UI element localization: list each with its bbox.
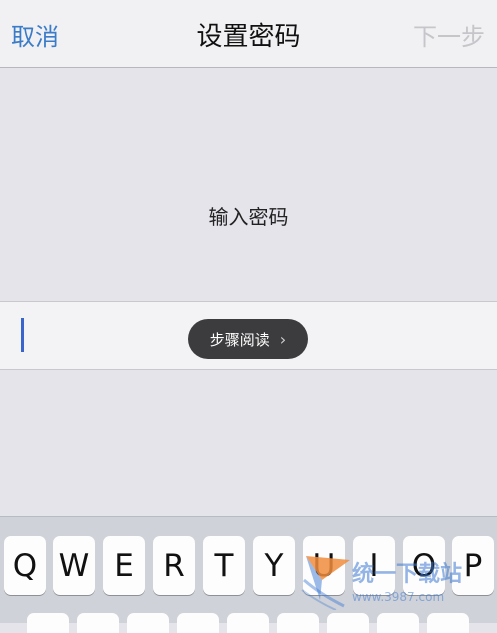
text-cursor <box>21 318 24 352</box>
watermark-logo: 统一下载站 www.3987.com <box>300 548 497 622</box>
chevron-right-icon: › <box>279 329 287 349</box>
key-t[interactable]: T <box>203 536 245 595</box>
key-row2[interactable] <box>127 613 169 633</box>
navigation-bar: 取消 设置密码 下一步 <box>0 0 497 68</box>
step-reading-button[interactable]: 步骤阅读 › <box>188 319 308 359</box>
key-e[interactable]: E <box>103 536 145 595</box>
paper-plane-icon <box>301 556 350 610</box>
watermark-text: 统一下载站 <box>352 562 463 587</box>
key-row2[interactable] <box>27 613 69 633</box>
key-r[interactable]: R <box>153 536 195 595</box>
key-y[interactable]: Y <box>253 536 295 595</box>
password-prompt: 输入密码 <box>208 205 289 229</box>
key-q[interactable]: Q <box>4 536 46 595</box>
step-reading-label: 步骤阅读 <box>209 330 270 349</box>
next-step-button[interactable]: 下一步 <box>413 17 485 52</box>
watermark-url: www.3987.com <box>352 590 445 604</box>
key-row2[interactable] <box>77 613 119 633</box>
key-row2[interactable] <box>177 613 219 633</box>
key-row2[interactable] <box>227 613 269 633</box>
key-w[interactable]: W <box>53 536 95 595</box>
